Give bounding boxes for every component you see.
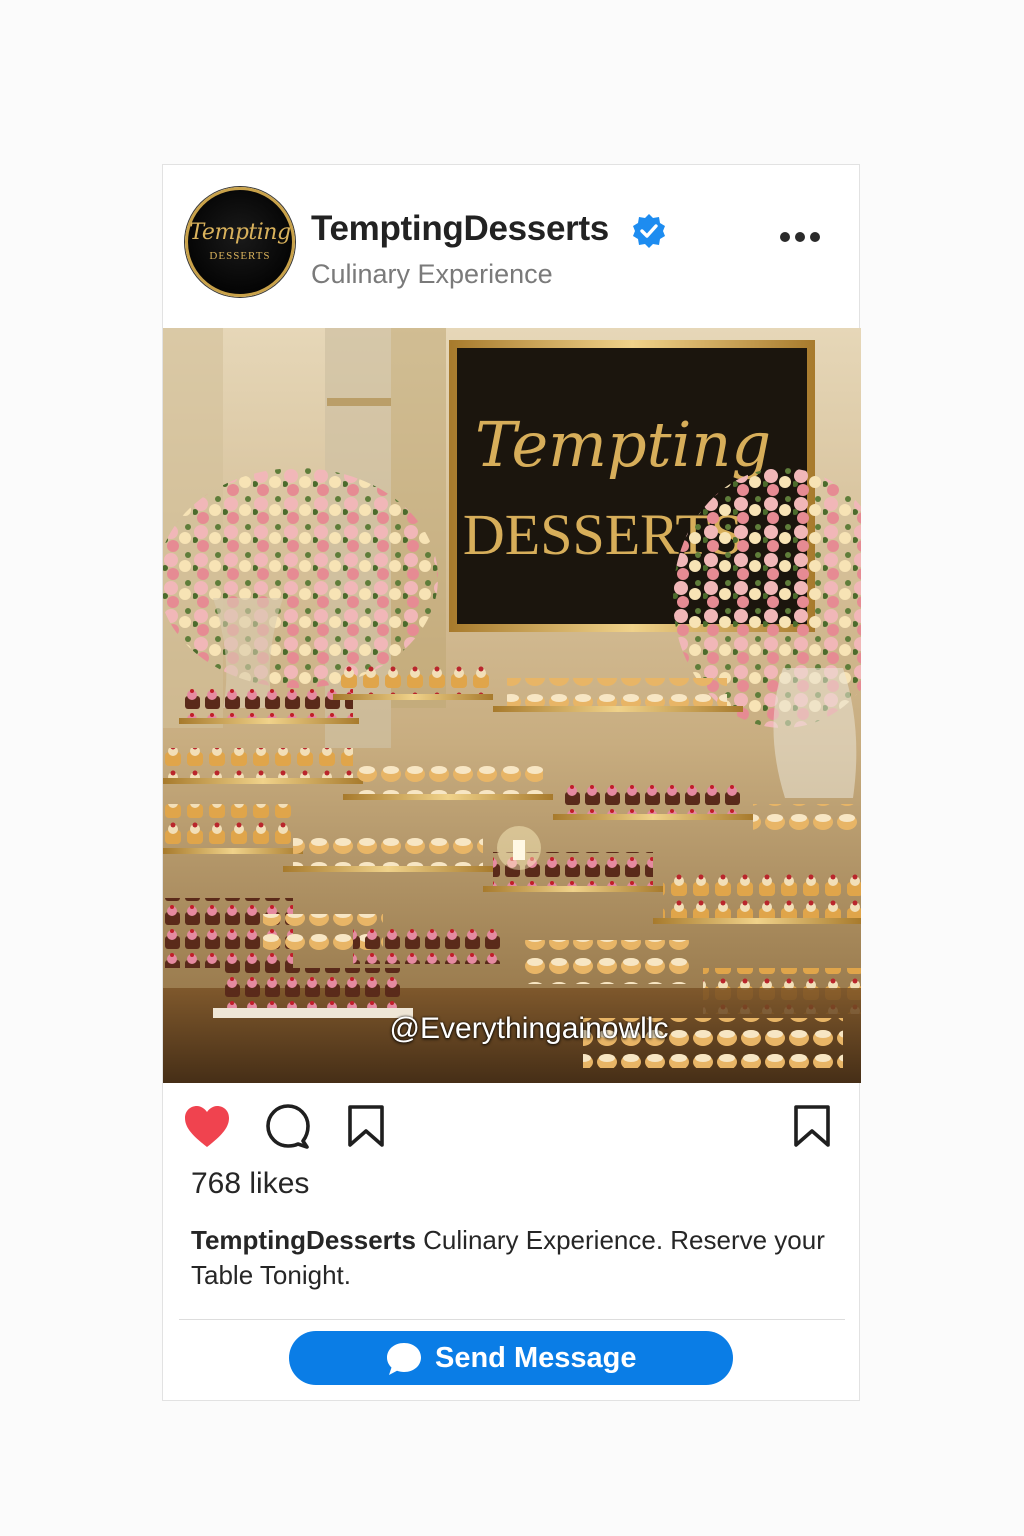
account-subtitle: Culinary Experience — [311, 259, 553, 289]
bookmark-icon[interactable] — [793, 1104, 831, 1148]
heart-filled-icon[interactable] — [183, 1105, 231, 1149]
post-caption: TemptingDesserts Culinary Experience. Re… — [191, 1223, 831, 1293]
image-watermark: @Everythingainowllc — [389, 1012, 669, 1045]
like-count[interactable]: 768 likes — [191, 1167, 309, 1201]
divider — [179, 1319, 845, 1320]
send-message-button[interactable]: Send Message — [289, 1331, 733, 1385]
avatar[interactable]: Tempting DESSERTS — [185, 187, 295, 297]
post-header: Tempting DESSERTS TemptingDesserts Culin… — [163, 165, 859, 328]
send-message-label: Send Message — [435, 1342, 637, 1374]
caption-author[interactable]: TemptingDesserts — [191, 1225, 416, 1255]
chat-bubble-icon — [387, 1343, 421, 1375]
bookmark-outline-icon[interactable] — [347, 1104, 385, 1148]
avatar-logo-caps: DESSERTS — [209, 250, 271, 262]
dessert-display-illustration: Tempting DESSERTS — [163, 328, 861, 1083]
comment-icon[interactable] — [265, 1103, 311, 1149]
post-image[interactable]: Tempting DESSERTS @Everythingainowllc — [163, 328, 861, 1083]
avatar-logo-script: Tempting — [189, 220, 291, 245]
username[interactable]: TemptingDesserts — [311, 209, 609, 249]
sign-script-text: Tempting — [475, 408, 771, 481]
verified-badge-icon — [633, 214, 665, 248]
action-bar — [163, 1083, 859, 1173]
more-options-icon[interactable] — [775, 225, 825, 249]
social-post-card: Tempting DESSERTS TemptingDesserts Culin… — [162, 164, 861, 1401]
